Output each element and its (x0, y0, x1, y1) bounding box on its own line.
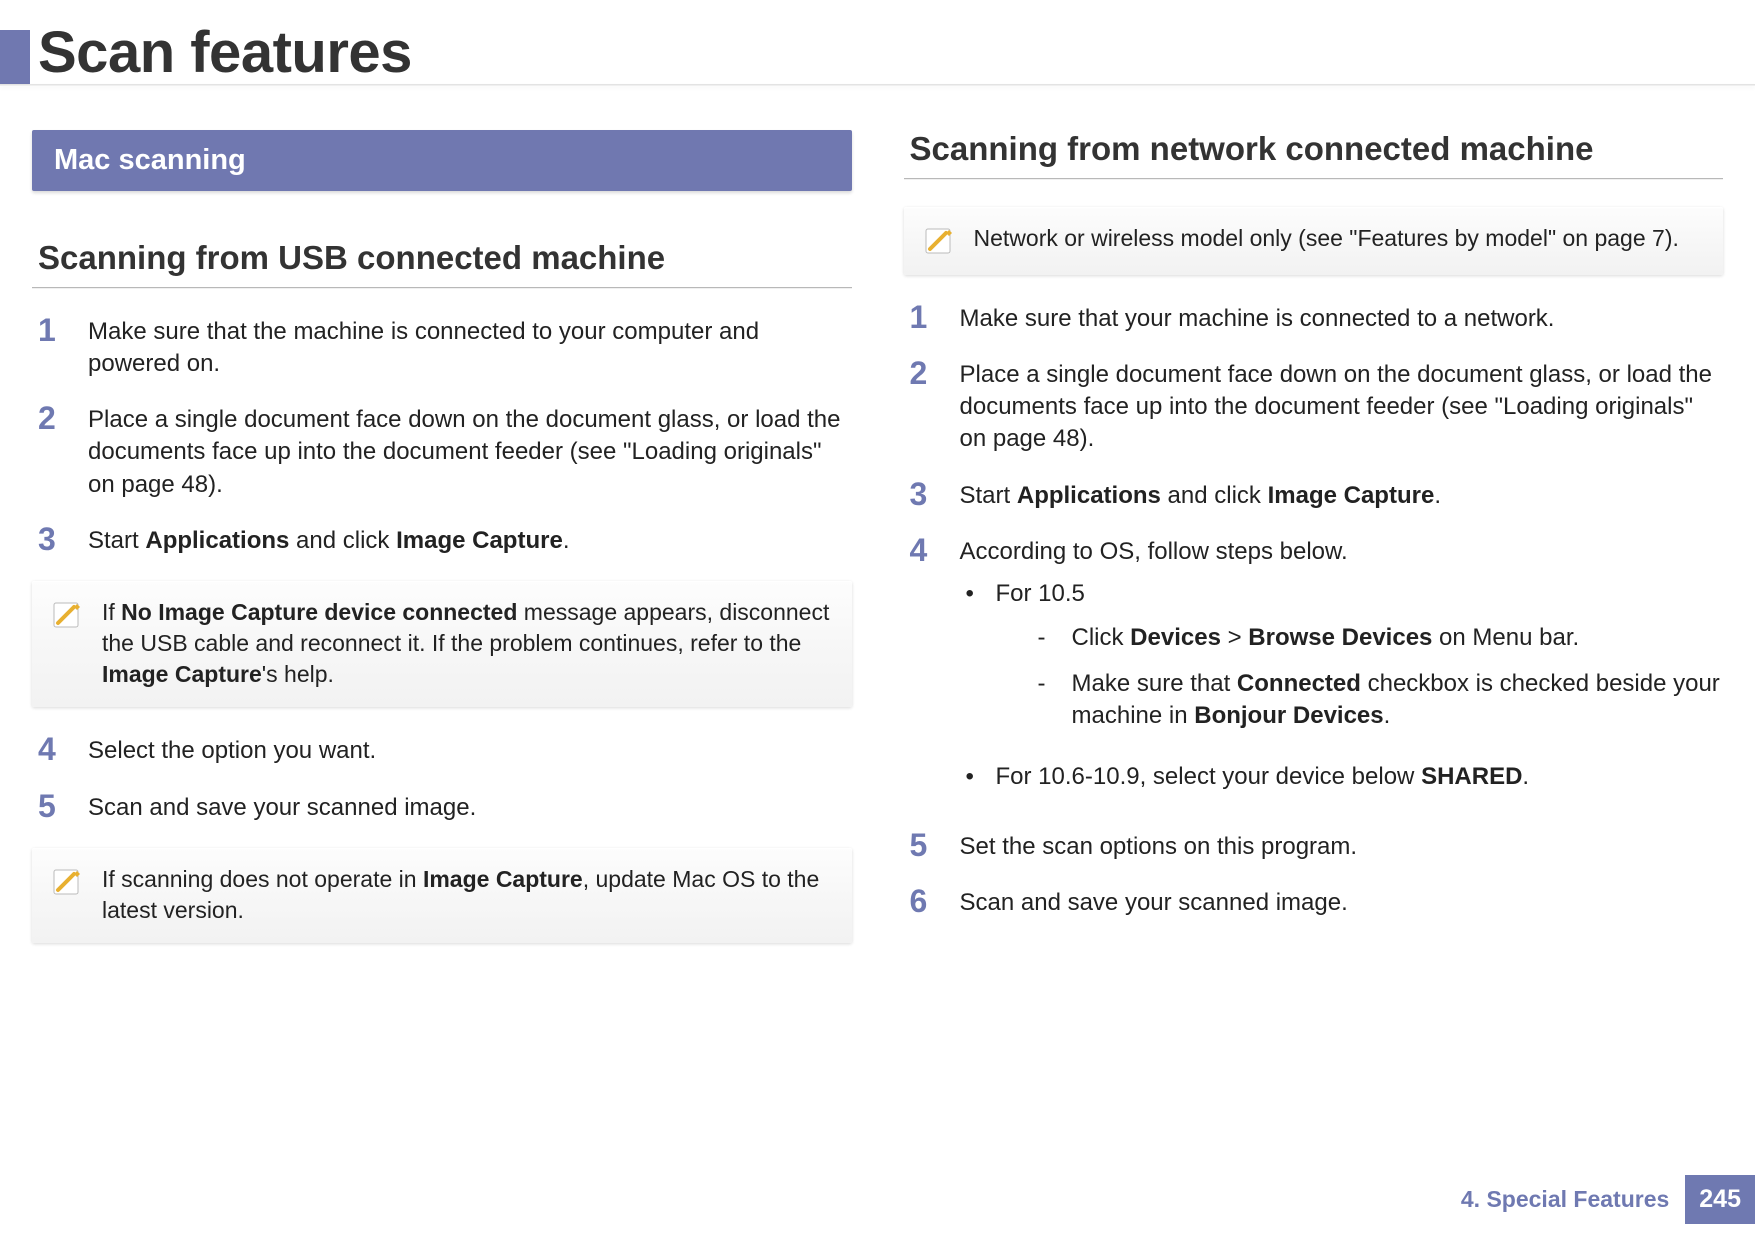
t: Start (960, 482, 1017, 509)
t: For 10.5 (996, 580, 1085, 607)
footer-page-number: 245 (1685, 1175, 1755, 1224)
sub-item-10-6-10-9: • For 10.6-10.9, select your device belo… (960, 761, 1724, 793)
step-number: 4 (910, 534, 960, 566)
step-text: Make sure that your machine is connected… (960, 303, 1555, 335)
sublist: • For 10.5 - Click Devices > Browse Devi… (960, 578, 1724, 793)
section-band-mac-scanning: Mac scanning (32, 130, 852, 191)
sub-item-10-5: • For 10.5 - Click Devices > Browse Devi… (960, 578, 1724, 747)
step-4: 4 According to OS, follow steps below. •… (910, 536, 1724, 807)
bold: Devices (1130, 624, 1221, 651)
title-underline (0, 84, 1755, 86)
step-number: 1 (38, 314, 88, 346)
step-text: Make sure that the machine is connected … (88, 316, 852, 380)
t: 's help. (262, 661, 334, 687)
step-number: 5 (38, 790, 88, 822)
t: . (563, 527, 570, 554)
step-text: Place a single document face down on the… (960, 359, 1724, 455)
t: . (1384, 702, 1391, 729)
bold: Applications (1017, 482, 1161, 509)
bold: Image Capture (1268, 482, 1435, 509)
page-title: Scan features (38, 24, 412, 82)
step-text: Start Applications and click Image Captu… (960, 480, 1441, 512)
bullet-icon: • (960, 578, 996, 610)
step-number: 2 (910, 357, 960, 389)
rule (904, 178, 1724, 179)
t: Click (1072, 624, 1131, 651)
step-text: Set the scan options on this program. (960, 831, 1358, 863)
t: Start (88, 527, 145, 554)
note-text: If No Image Capture device connected mes… (102, 597, 830, 689)
note-box-update-macos: If scanning does not operate in Image Ca… (32, 848, 852, 944)
bold: No Image Capture device connected (121, 599, 517, 625)
note-text: If scanning does not operate in Image Ca… (102, 864, 830, 926)
network-steps: 1 Make sure that your machine is connect… (904, 303, 1724, 919)
footer: 4. Special Features 245 (1461, 1175, 1755, 1224)
bold: Image Capture (102, 661, 262, 687)
t: on Menu bar. (1432, 624, 1579, 651)
usb-steps: 1 Make sure that the machine is connecte… (32, 316, 852, 557)
rule (32, 287, 852, 288)
step-text: Scan and save your scanned image. (88, 792, 476, 824)
step-number: 5 (910, 829, 960, 861)
bold: Browse Devices (1248, 624, 1432, 651)
step-4: 4 Select the option you want. (38, 735, 852, 767)
dash-icon: - (1032, 668, 1072, 700)
usb-steps-cont: 4 Select the option you want. 5 Scan and… (32, 735, 852, 823)
t: Make sure that (1072, 670, 1237, 697)
t: and click (289, 527, 396, 554)
note-box-usb-reconnect: If No Image Capture device connected mes… (32, 581, 852, 707)
step-1: 1 Make sure that the machine is connecte… (38, 316, 852, 380)
step-number: 1 (910, 301, 960, 333)
step-text: Scan and save your scanned image. (960, 887, 1348, 919)
step-number: 3 (38, 523, 88, 555)
note-text: Network or wireless model only (see "Fea… (974, 223, 1679, 254)
step-number: 3 (910, 478, 960, 510)
step-6: 6 Scan and save your scanned image. (910, 887, 1724, 919)
bold: Image Capture (423, 866, 583, 892)
step-text: Start Applications and click Image Captu… (88, 525, 569, 557)
t: > (1221, 624, 1248, 651)
t: For 10.6-10.9, select your device below (996, 763, 1422, 790)
sub-sub-item-2: - Make sure that Connected checkbox is c… (996, 668, 1724, 732)
bold: Applications (145, 527, 289, 554)
right-column: Scanning from network connected machine … (904, 130, 1724, 971)
step-1: 1 Make sure that your machine is connect… (910, 303, 1724, 335)
step-5: 5 Scan and save your scanned image. (38, 792, 852, 824)
footer-chapter-label: 4. Special Features (1461, 1186, 1669, 1213)
step-text: Select the option you want. (88, 735, 376, 767)
bold: SHARED (1421, 763, 1522, 790)
title-bar: Scan features (0, 0, 1755, 86)
t: If scanning does not operate in (102, 866, 423, 892)
step-3: 3 Start Applications and click Image Cap… (38, 525, 852, 557)
step-3: 3 Start Applications and click Image Cap… (910, 480, 1724, 512)
sub-sub-list: - Click Devices > Browse Devices on Menu… (996, 622, 1724, 732)
title-accent-block (0, 30, 30, 84)
t: . (1434, 482, 1441, 509)
t: If (102, 599, 121, 625)
step-number: 2 (38, 402, 88, 434)
bold: Bonjour Devices (1194, 702, 1383, 729)
t: and click (1161, 482, 1268, 509)
note-icon (52, 599, 84, 631)
step-2: 2 Place a single document face down on t… (910, 359, 1724, 455)
sub-sub-item-1: - Click Devices > Browse Devices on Menu… (996, 622, 1724, 654)
intro: According to OS, follow steps below. (960, 538, 1348, 565)
subheading-usb: Scanning from USB connected machine (32, 239, 852, 277)
bullet-icon: • (960, 761, 996, 793)
bold: Connected (1237, 670, 1361, 697)
step-number: 6 (910, 885, 960, 917)
step-text: According to OS, follow steps below. • F… (960, 536, 1724, 807)
step-number: 4 (38, 733, 88, 765)
bold: Image Capture (396, 527, 563, 554)
dash-icon: - (1032, 622, 1072, 654)
note-icon (52, 866, 84, 898)
step-2: 2 Place a single document face down on t… (38, 404, 852, 500)
t: . (1522, 763, 1529, 790)
step-text: Place a single document face down on the… (88, 404, 852, 500)
note-icon (924, 225, 956, 257)
step-5: 5 Set the scan options on this program. (910, 831, 1724, 863)
left-column: Mac scanning Scanning from USB connected… (32, 130, 852, 971)
subheading-network: Scanning from network connected machine (904, 130, 1724, 168)
note-box-network-model-only: Network or wireless model only (see "Fea… (904, 207, 1724, 275)
